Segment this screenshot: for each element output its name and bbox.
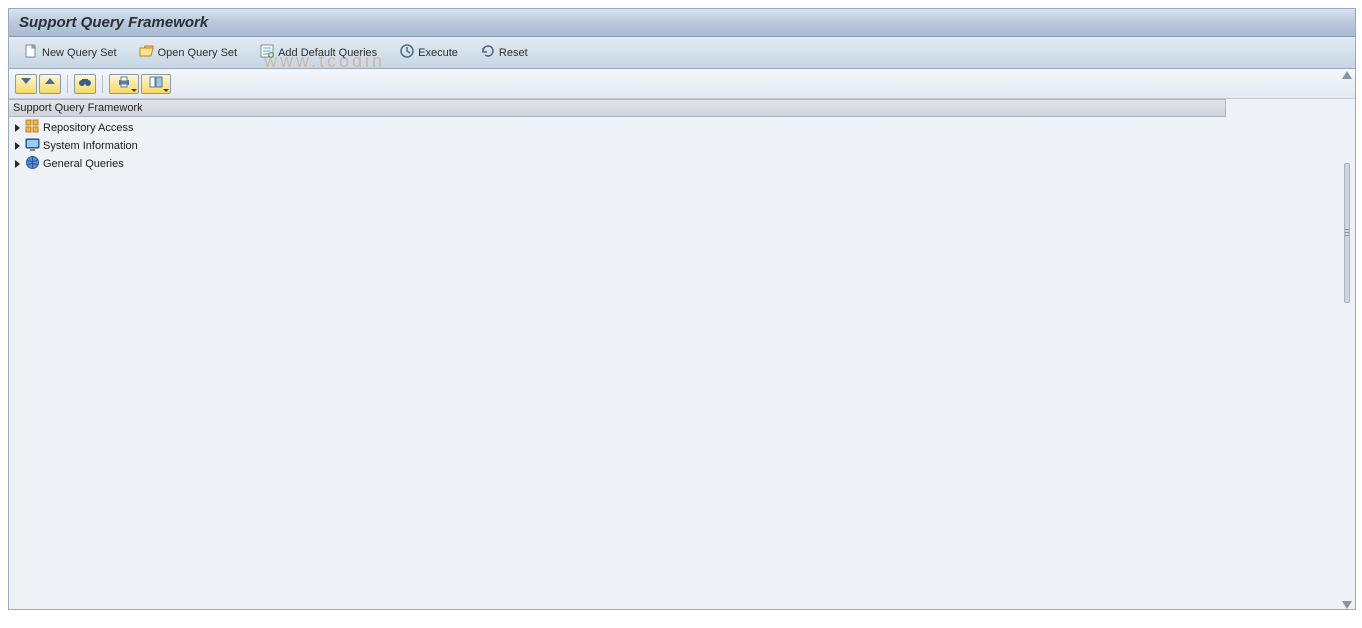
- find-button[interactable]: [74, 74, 96, 94]
- open-query-set-label: Open Query Set: [158, 47, 238, 59]
- reset-label: Reset: [499, 47, 528, 59]
- title-bar: Support Query Framework: [9, 9, 1355, 37]
- scroll-down-button[interactable]: [1342, 601, 1352, 609]
- toolbar-separator: [102, 75, 103, 93]
- tree-item-label: System Information: [43, 140, 138, 152]
- tree-body: Repository Access System Information Gen…: [9, 117, 1226, 175]
- general-queries-icon: [25, 155, 40, 173]
- binoculars-icon: [78, 75, 92, 92]
- new-document-icon: [23, 43, 39, 62]
- tree-item-repository-access[interactable]: Repository Access: [9, 119, 1226, 137]
- add-default-queries-button[interactable]: Add Default Queries: [255, 41, 381, 64]
- execute-button[interactable]: Execute: [395, 41, 462, 64]
- content-area: Support Query Framework Repository Acces…: [9, 69, 1355, 609]
- layout-button[interactable]: [141, 74, 171, 94]
- layout-icon: [149, 75, 163, 92]
- toolbar-separator: [67, 75, 68, 93]
- reset-icon: [480, 43, 496, 62]
- reset-button[interactable]: Reset: [476, 41, 532, 64]
- collapse-all-icon: [43, 75, 57, 92]
- collapse-all-button[interactable]: [39, 74, 61, 94]
- new-query-set-label: New Query Set: [42, 47, 117, 59]
- new-query-set-button[interactable]: New Query Set: [19, 41, 121, 64]
- execute-icon: [399, 43, 415, 62]
- expand-arrow-icon: [15, 124, 20, 132]
- expand-all-icon: [19, 75, 33, 92]
- tree-panel: Support Query Framework Repository Acces…: [9, 99, 1226, 175]
- open-query-set-button[interactable]: Open Query Set: [135, 41, 242, 64]
- add-default-queries-label: Add Default Queries: [278, 47, 377, 59]
- tree-item-general-queries[interactable]: General Queries: [9, 155, 1226, 173]
- scroll-up-button[interactable]: [1342, 71, 1352, 79]
- application-toolbar: New Query Set Open Query Set Add Default…: [9, 37, 1355, 69]
- vertical-scroll: [1339, 69, 1355, 609]
- tree-header: Support Query Framework: [9, 99, 1226, 117]
- open-folder-icon: [139, 43, 155, 62]
- page-title: Support Query Framework: [19, 14, 208, 31]
- tree-item-system-information[interactable]: System Information: [9, 137, 1226, 155]
- repository-icon: [25, 119, 40, 137]
- tree-toolbar: [9, 69, 1355, 99]
- expand-arrow-icon: [15, 142, 20, 150]
- expand-all-button[interactable]: [15, 74, 37, 94]
- dropdown-arrow-icon: [163, 89, 169, 92]
- tree-item-label: Repository Access: [43, 122, 133, 134]
- execute-label: Execute: [418, 47, 458, 59]
- expand-arrow-icon: [15, 160, 20, 168]
- system-info-icon: [25, 137, 40, 155]
- tree-item-label: General Queries: [43, 158, 124, 170]
- dropdown-arrow-icon: [131, 89, 137, 92]
- print-icon: [117, 75, 131, 92]
- print-button[interactable]: [109, 74, 139, 94]
- add-list-icon: [259, 43, 275, 62]
- scroll-track[interactable]: [1343, 83, 1351, 597]
- scroll-handle[interactable]: [1344, 163, 1350, 303]
